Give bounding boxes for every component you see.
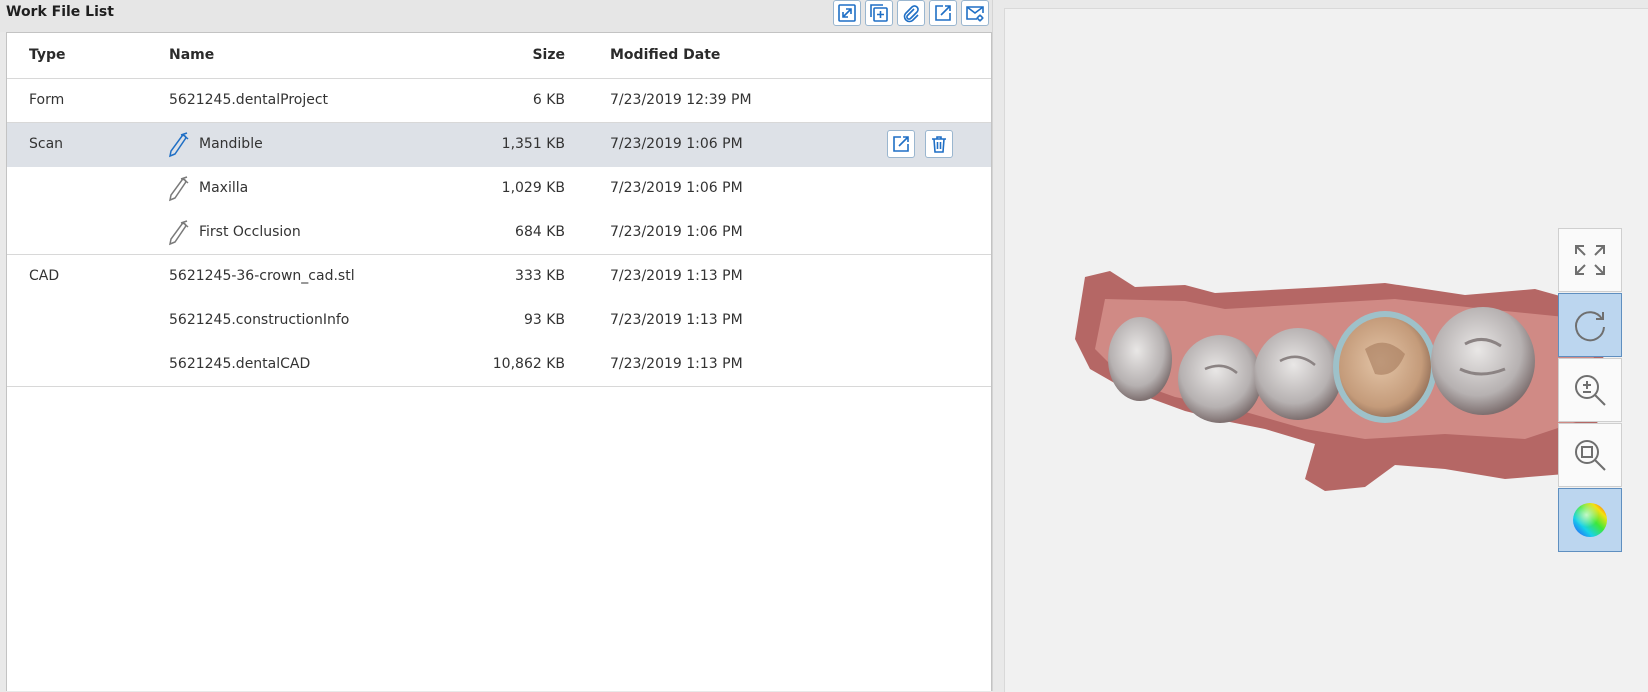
table-row[interactable]: Scan Mandible 1,351 KB 7/23/2019 1:06 PM [7, 123, 991, 167]
rotate-icon [1575, 311, 1605, 342]
table-row[interactable]: Form 5621245.dentalProject 6 KB 7/23/201… [7, 79, 991, 123]
table-row[interactable]: 5621245.dentalCAD 10,862 KB 7/23/2019 1:… [7, 343, 991, 387]
row-name: First Occlusion [199, 224, 301, 240]
row-type: Form [29, 92, 65, 108]
row-name: 5621245-36-crown_cad.stl [169, 268, 355, 284]
expand-icon [838, 4, 856, 22]
column-modified-date[interactable]: Modified Date [610, 47, 720, 63]
row-export-button[interactable] [887, 130, 915, 158]
color-map-button[interactable] [1558, 488, 1622, 552]
row-name: Mandible [199, 136, 263, 152]
row-size: 6 KB [532, 92, 565, 108]
column-header: Type Name Size Modified Date [7, 33, 991, 79]
column-size[interactable]: Size [532, 47, 565, 63]
add-file-button[interactable] [865, 0, 893, 26]
row-date: 7/23/2019 12:39 PM [610, 92, 752, 108]
row-date: 7/23/2019 1:13 PM [610, 312, 743, 328]
fit-to-screen-button[interactable] [1558, 228, 1622, 292]
group-divider [7, 386, 991, 387]
row-date: 7/23/2019 1:13 PM [610, 268, 743, 284]
color-map-icon [1573, 503, 1607, 537]
row-date: 7/23/2019 1:06 PM [610, 136, 743, 152]
scanner-icon [168, 176, 189, 202]
row-date: 7/23/2019 1:13 PM [610, 356, 743, 372]
zoom-fit-button[interactable] [1558, 423, 1622, 487]
scanner-icon [168, 132, 189, 158]
row-size: 333 KB [515, 268, 565, 284]
row-delete-button[interactable] [925, 130, 953, 158]
column-name[interactable]: Name [169, 47, 214, 63]
attach-icon [903, 5, 919, 23]
table-row[interactable]: First Occlusion 684 KB 7/23/2019 1:06 PM [7, 211, 991, 255]
fit-to-screen-icon [1575, 245, 1605, 275]
expand-button[interactable] [833, 0, 861, 26]
export-button[interactable] [929, 0, 957, 26]
panel-divider [992, 0, 993, 691]
zoom-fit-icon [1575, 440, 1606, 471]
scanner-icon [168, 220, 189, 246]
row-size: 684 KB [515, 224, 565, 240]
table-row[interactable]: CAD 5621245-36-crown_cad.stl 333 KB 7/23… [7, 255, 991, 299]
row-name: 5621245.dentalCAD [169, 356, 311, 372]
row-name: 5621245.constructionInfo [169, 312, 350, 328]
table-row[interactable]: 5621245.constructionInfo 93 KB 7/23/2019… [7, 299, 991, 343]
zoom-in-out-icon [1575, 375, 1606, 406]
row-name: Maxilla [199, 180, 249, 196]
row-date: 7/23/2019 1:06 PM [610, 180, 743, 196]
row-name: 5621245.dentalProject [169, 92, 329, 108]
viewer-toolbar [1558, 228, 1622, 553]
export-icon [935, 5, 951, 21]
row-type: Scan [29, 136, 64, 152]
row-date: 7/23/2019 1:06 PM [610, 224, 743, 240]
row-size: 93 KB [523, 312, 565, 328]
panel-title: Work File List [6, 4, 114, 20]
work-file-list: Type Name Size Modified Date Form 562124… [6, 32, 992, 691]
mail-settings-button[interactable] [961, 0, 989, 26]
3d-viewer[interactable] [1004, 8, 1648, 692]
panel-header: Work File List [0, 0, 992, 32]
rotate-button[interactable] [1558, 293, 1622, 357]
attach-button[interactable] [897, 0, 925, 26]
row-size: 1,351 KB [501, 136, 565, 152]
table-row[interactable]: Maxilla 1,029 KB 7/23/2019 1:06 PM [7, 167, 991, 211]
zoom-in-out-button[interactable] [1558, 358, 1622, 422]
row-size: 1,029 KB [501, 180, 565, 196]
add-file-icon [870, 4, 888, 22]
row-size: 10,862 KB [492, 356, 565, 372]
column-type[interactable]: Type [29, 47, 66, 63]
trash-icon [932, 136, 946, 153]
mail-settings-icon [966, 6, 984, 22]
header-toolbar [833, 0, 989, 26]
export-icon [893, 136, 909, 152]
row-type: CAD [29, 268, 60, 284]
